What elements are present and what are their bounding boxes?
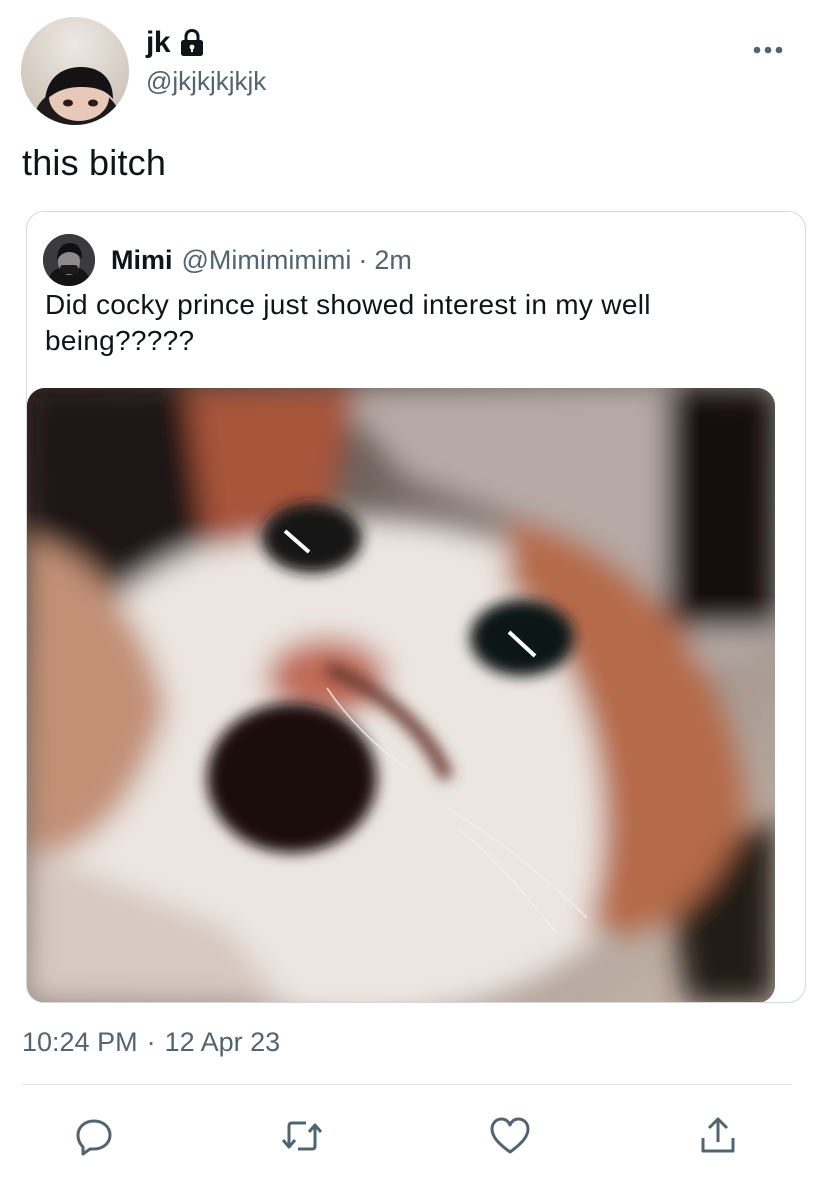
tweet-text: this bitch — [22, 142, 167, 183]
author-display-name[interactable]: jk — [146, 26, 171, 60]
divider — [22, 1084, 792, 1085]
author-info: jk @jkjkjkjkjk — [146, 24, 266, 97]
retweet-icon — [281, 1121, 323, 1151]
quoted-author-avatar[interactable] — [43, 234, 95, 286]
author-handle[interactable]: @jkjkjkjkjk — [146, 66, 266, 97]
quoted-tweet-media[interactable] — [27, 388, 775, 1002]
quoted-tweet-meta: Mimi @Mimimimimi · 2m — [111, 245, 412, 276]
share-button[interactable] — [692, 1110, 744, 1162]
quoted-tweet-header: Mimi @Mimimimimi · 2m — [43, 234, 412, 286]
reply-icon — [76, 1119, 112, 1156]
quoted-author-display-name[interactable]: Mimi — [111, 245, 173, 276]
author-avatar[interactable] — [21, 17, 129, 125]
share-icon — [701, 1117, 735, 1153]
reply-button[interactable] — [68, 1110, 120, 1162]
quoted-tweet[interactable]: Mimi @Mimimimimi · 2m Did cocky prince j… — [26, 211, 806, 1003]
tweet-time: 10:24 PM — [22, 1027, 138, 1057]
action-bar — [0, 1110, 813, 1162]
quoted-profile-photo-icon — [43, 234, 95, 286]
retweet-button[interactable] — [276, 1110, 328, 1162]
like-button[interactable] — [484, 1110, 536, 1162]
lock-icon — [178, 28, 206, 58]
cat-photo-icon — [27, 388, 775, 1002]
display-name-row: jk — [146, 24, 266, 62]
quoted-tweet-text: Did cocky prince just showed interest in… — [45, 289, 651, 356]
tweet-timestamp[interactable]: 10:24 PM · 12 Apr 23 — [22, 1027, 280, 1058]
quoted-tweet-age[interactable]: 2m — [374, 245, 412, 276]
heart-icon — [490, 1117, 530, 1154]
tweet-date: 12 Apr 23 — [164, 1027, 281, 1057]
more-options-icon[interactable] — [753, 42, 783, 60]
profile-photo-icon — [21, 17, 129, 125]
timestamp-separator: · — [146, 1027, 156, 1057]
meta-separator: · — [358, 244, 368, 275]
quoted-author-handle[interactable]: @Mimimimimi — [182, 245, 352, 276]
